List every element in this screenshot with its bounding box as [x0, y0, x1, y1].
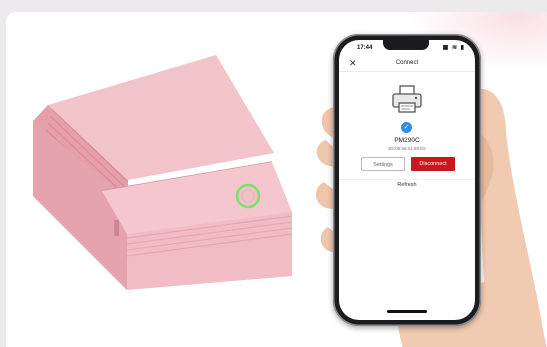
- divider: [339, 179, 475, 180]
- status-bar: 17:44 ▦ ≋ ▮: [339, 40, 475, 54]
- refresh-link[interactable]: Refresh: [339, 182, 475, 188]
- home-indicator[interactable]: [387, 310, 427, 313]
- nav-divider: [339, 71, 475, 72]
- page-title: Connect: [395, 60, 419, 66]
- printer-model-name: PM290C: [394, 137, 420, 144]
- printer-mac-address: E6:09:56:01:99:E5: [388, 146, 426, 151]
- disconnect-button[interactable]: Disconnect: [411, 157, 455, 171]
- signal-wifi-battery-icon: ▦ ≋ ▮: [442, 45, 465, 51]
- phone-notch: [383, 40, 429, 50]
- smartphone: 17:44 ▦ ≋ ▮ ✕ Connect ✓ PM290C E6:09:56:…: [333, 34, 481, 326]
- nav-bar: ✕ Connect: [339, 56, 475, 72]
- settings-button[interactable]: Settings: [361, 157, 405, 171]
- printer-icon: [392, 85, 422, 113]
- phone-screen: 17:44 ▦ ≋ ▮ ✕ Connect ✓ PM290C E6:09:56:…: [339, 40, 475, 320]
- status-time: 17:44: [357, 45, 373, 51]
- connected-check-icon: ✓: [401, 122, 412, 133]
